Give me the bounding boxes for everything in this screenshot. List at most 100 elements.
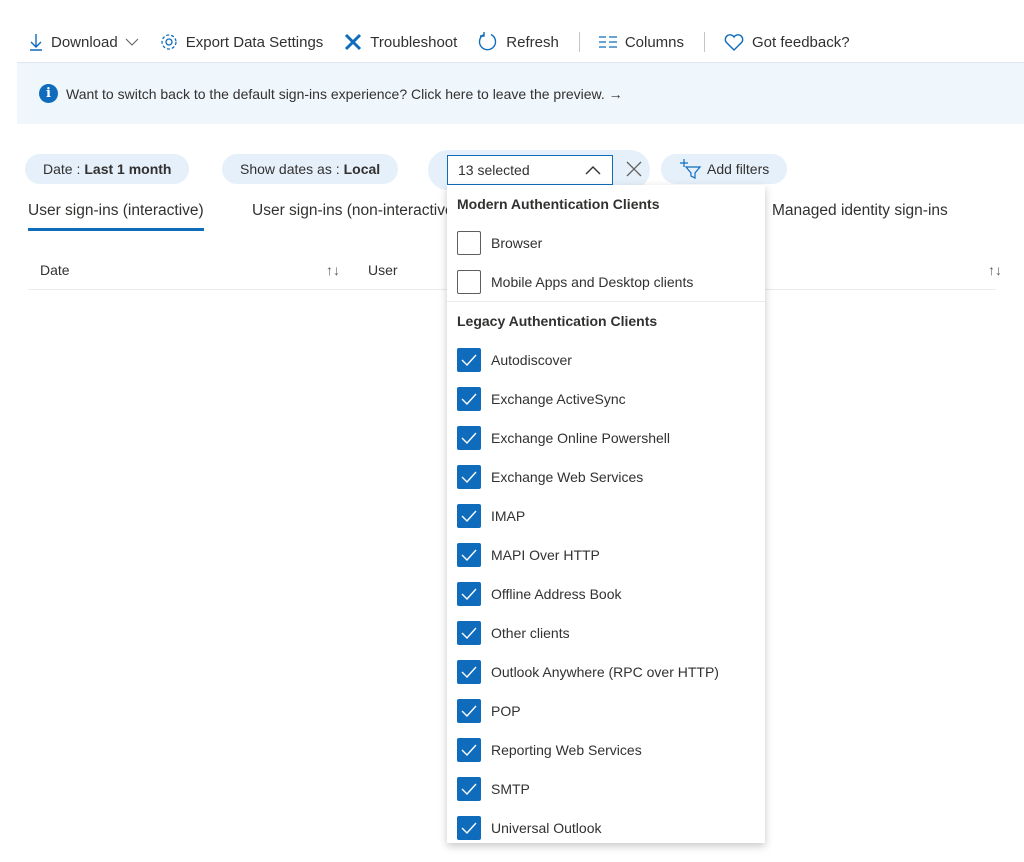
divider bbox=[704, 32, 706, 52]
checkbox[interactable] bbox=[457, 542, 481, 567]
checkbox[interactable] bbox=[457, 347, 481, 372]
date-filter-value: Last 1 month bbox=[84, 161, 172, 177]
checkmark-icon bbox=[461, 432, 477, 444]
dropdown-option[interactable]: Mobile Apps and Desktop clients bbox=[447, 262, 765, 301]
client-app-select[interactable]: 13 selected bbox=[447, 155, 613, 185]
checkbox[interactable] bbox=[457, 659, 481, 684]
option-label: Reporting Web Services bbox=[491, 741, 642, 758]
dropdown-option[interactable]: IMAP bbox=[447, 496, 765, 535]
add-filters-button[interactable]: Add filters bbox=[661, 154, 788, 184]
checkbox[interactable] bbox=[457, 815, 481, 840]
option-label: Outlook Anywhere (RPC over HTTP) bbox=[491, 663, 719, 680]
checkbox[interactable] bbox=[457, 269, 481, 294]
checkmark-icon bbox=[461, 744, 477, 756]
option-label: IMAP bbox=[491, 507, 526, 524]
show-dates-pill[interactable]: Show dates as : Local bbox=[222, 154, 399, 184]
dropdown-option[interactable]: Exchange Web Services bbox=[447, 457, 765, 496]
feedback-label: Got feedback? bbox=[752, 33, 850, 51]
checkmark-icon bbox=[461, 783, 477, 795]
checkbox[interactable] bbox=[457, 230, 481, 255]
show-dates-value: Local bbox=[343, 161, 381, 177]
checkmark-icon bbox=[461, 627, 477, 639]
dropdown-option[interactable]: POP bbox=[447, 691, 765, 730]
add-filter-icon bbox=[680, 159, 702, 179]
client-app-dropdown: Modern Authentication Clients Browser Mobi… bbox=[447, 185, 765, 843]
checkbox[interactable] bbox=[457, 737, 481, 762]
toolbar: Download Export Data Settings Troublesho… bbox=[28, 28, 870, 56]
column-user[interactable]: User bbox=[368, 262, 398, 278]
checkbox[interactable] bbox=[457, 581, 481, 606]
preview-banner[interactable]: i Want to switch back to the default sig… bbox=[17, 62, 1024, 124]
tab-managed-identity[interactable]: Managed identity sign-ins bbox=[772, 202, 948, 228]
tab-interactive[interactable]: User sign-ins (interactive) bbox=[28, 202, 204, 231]
checkmark-icon bbox=[461, 666, 477, 678]
show-dates-label: Show dates as : bbox=[240, 161, 340, 177]
download-label: Download bbox=[51, 33, 118, 51]
dropdown-option[interactable]: Exchange ActiveSync bbox=[447, 379, 765, 418]
dropdown-option[interactable]: Universal Outlook bbox=[447, 808, 765, 847]
export-data-settings-button[interactable]: Export Data Settings bbox=[159, 32, 324, 52]
checkmark-icon bbox=[461, 549, 477, 561]
option-label: SMTP bbox=[491, 780, 530, 797]
columns-button[interactable]: Columns bbox=[598, 34, 684, 51]
banner-text[interactable]: Want to switch back to the default sign-… bbox=[66, 86, 623, 102]
chevron-down-icon bbox=[125, 38, 139, 46]
option-label: Offline Address Book bbox=[491, 585, 622, 602]
group-header: Modern Authentication Clients bbox=[457, 196, 660, 212]
option-label: Other clients bbox=[491, 624, 570, 641]
checkmark-icon bbox=[461, 393, 477, 405]
dropdown-option[interactable]: Offline Address Book bbox=[447, 574, 765, 613]
info-icon: i bbox=[39, 84, 58, 103]
checkmark-icon bbox=[461, 822, 477, 834]
divider bbox=[578, 32, 580, 52]
dropdown-option[interactable]: Browser bbox=[447, 223, 765, 262]
columns-label: Columns bbox=[624, 33, 685, 51]
refresh-label: Refresh bbox=[506, 33, 559, 51]
gear-icon bbox=[161, 34, 177, 50]
date-filter-pill[interactable]: Date : Last 1 month bbox=[25, 154, 190, 184]
download-button[interactable]: Download bbox=[28, 32, 139, 52]
dropdown-option[interactable]: Other clients bbox=[447, 613, 765, 652]
checkbox[interactable] bbox=[457, 464, 481, 489]
refresh-button[interactable]: Refresh bbox=[477, 31, 559, 53]
download-icon bbox=[30, 34, 42, 51]
option-label: Autodiscover bbox=[491, 351, 572, 368]
option-label: Mobile Apps and Desktop clients bbox=[491, 273, 694, 290]
chevron-up-icon bbox=[585, 166, 601, 175]
checkmark-icon bbox=[461, 354, 477, 366]
date-filter-label: Date : bbox=[43, 161, 81, 177]
checkmark-icon bbox=[461, 510, 477, 522]
checkbox[interactable] bbox=[457, 503, 481, 528]
dropdown-option[interactable]: SMTP bbox=[447, 769, 765, 808]
checkbox[interactable] bbox=[457, 698, 481, 723]
checkmark-icon bbox=[461, 705, 477, 717]
tab-non-interactive[interactable]: User sign-ins (non-interactive) bbox=[252, 202, 459, 228]
option-label: Exchange Online Powershell bbox=[491, 429, 670, 446]
group-header: Legacy Authentication Clients bbox=[457, 313, 658, 329]
heart-icon bbox=[724, 34, 744, 51]
option-label: MAPI Over HTTP bbox=[491, 546, 600, 563]
option-label: Exchange Web Services bbox=[491, 468, 644, 485]
dropdown-option[interactable]: Outlook Anywhere (RPC over HTTP) bbox=[447, 652, 765, 691]
dropdown-option[interactable]: MAPI Over HTTP bbox=[447, 535, 765, 574]
dropdown-option[interactable]: Exchange Online Powershell bbox=[447, 418, 765, 457]
add-filters-label: Add filters bbox=[707, 161, 770, 177]
sort-icon[interactable]: ↑↓ bbox=[326, 262, 340, 278]
sort-icon[interactable]: ↑↓ bbox=[988, 262, 1002, 278]
export-label: Export Data Settings bbox=[185, 33, 324, 51]
option-label: Exchange ActiveSync bbox=[491, 390, 626, 407]
feedback-button[interactable]: Got feedback? bbox=[723, 32, 850, 52]
checkbox[interactable] bbox=[457, 620, 481, 645]
clear-filter-icon[interactable] bbox=[624, 159, 644, 179]
select-value: 13 selected bbox=[458, 162, 530, 178]
checkbox[interactable] bbox=[457, 776, 481, 801]
dropdown-option[interactable]: Autodiscover bbox=[447, 340, 765, 379]
column-date[interactable]: Date bbox=[40, 262, 70, 278]
checkmark-icon bbox=[461, 588, 477, 600]
refresh-icon bbox=[479, 32, 497, 51]
troubleshoot-button[interactable]: Troubleshoot bbox=[343, 32, 457, 52]
checkbox[interactable] bbox=[457, 425, 481, 450]
option-label: POP bbox=[491, 702, 521, 719]
checkbox[interactable] bbox=[457, 386, 481, 411]
dropdown-option[interactable]: Reporting Web Services bbox=[447, 730, 765, 769]
